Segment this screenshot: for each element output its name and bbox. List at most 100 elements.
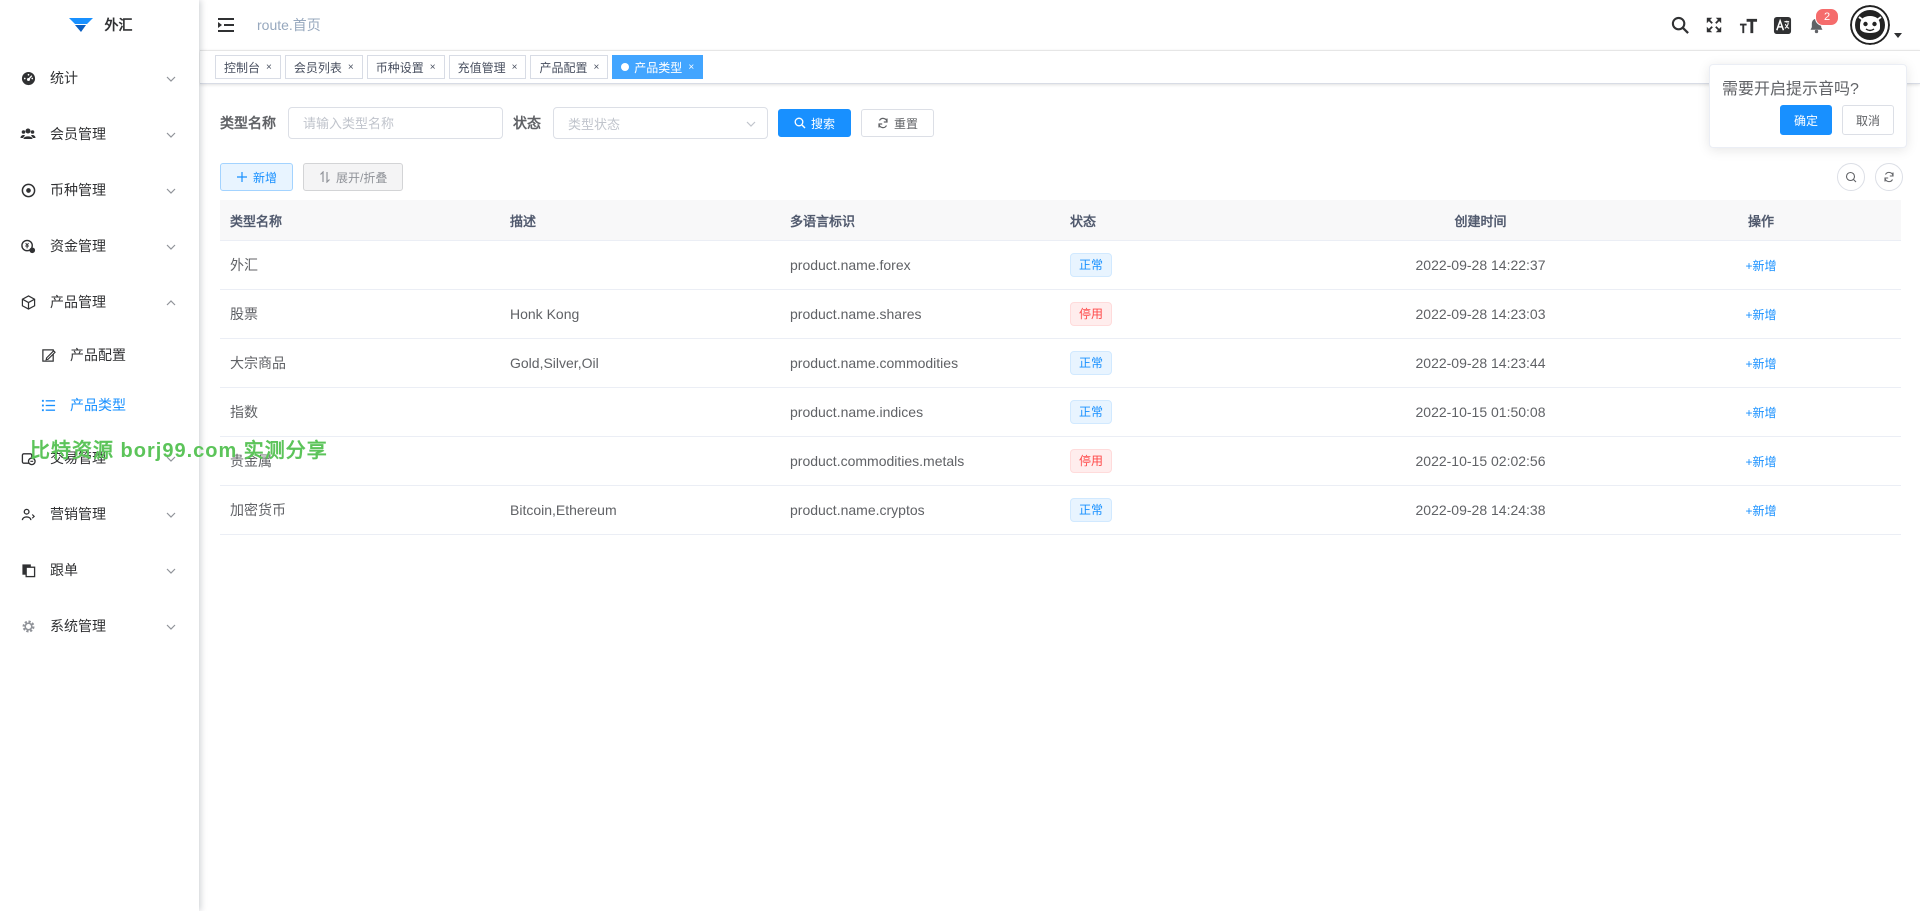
cell-i18n: product.name.commodities [780, 338, 1060, 388]
status-badge: 停用 [1070, 449, 1113, 473]
translate-icon[interactable] [1772, 15, 1792, 35]
tag-3[interactable]: 充值管理 × [448, 55, 527, 79]
sidebar-item-4[interactable]: 产品管理 [0, 274, 199, 330]
dashboard-icon [20, 70, 36, 86]
row-add-button[interactable]: +新增 [1745, 504, 1776, 518]
popover-buttons: 确定 取消 [1779, 105, 1894, 135]
expand-collapse-button[interactable]: 展开/折叠 [303, 163, 404, 191]
sidebar-item-7[interactable]: 跟单 [0, 542, 199, 598]
cell-desc [500, 387, 780, 437]
table-row: 股票 Honk Kong product.name.shares 停用 2022-09-… [220, 289, 1901, 339]
close-icon[interactable]: × [266, 62, 272, 73]
column-header-created[interactable]: 创建时间 [1340, 200, 1621, 241]
row-add-button[interactable]: +新增 [1745, 259, 1776, 273]
avatar[interactable] [1850, 5, 1890, 45]
row-add-button[interactable]: +新增 [1745, 406, 1776, 420]
plus-icon: + [1745, 258, 1753, 273]
cell-actions: +新增 [1621, 485, 1901, 535]
cell-status: 正常 [1060, 338, 1340, 388]
plus-icon: + [1745, 307, 1753, 322]
cell-created: 2022-09-28 14:22:37 [1340, 240, 1621, 290]
search-button[interactable]: 搜索 [778, 109, 852, 137]
sidebar-subitem-0[interactable]: 产品配置 [0, 330, 199, 380]
sidebar-item-label: 产品管理 [50, 294, 106, 310]
tag-label: 产品类型 [634, 60, 683, 75]
sidebar-item-label: 统计 [50, 70, 78, 86]
column-header-name[interactable]: 类型名称 [220, 200, 500, 241]
sidebar-item-8[interactable]: 系统管理 [0, 598, 199, 654]
tag-0[interactable]: 控制台 × [215, 55, 281, 79]
close-icon[interactable]: × [593, 62, 599, 73]
bell-icon[interactable]: 2 [1806, 8, 1839, 35]
close-icon[interactable]: × [348, 62, 354, 73]
sidebar-subitem-label: 产品类型 [70, 397, 126, 413]
column-header-actions[interactable]: 操作 [1621, 200, 1901, 241]
row-add-label: 新增 [1752, 258, 1777, 273]
tag-2[interactable]: 币种设置 × [366, 55, 445, 79]
navbar: route.首页 2 [200, 0, 1920, 50]
search-button-label: 搜索 [811, 116, 836, 131]
tag-4[interactable]: 产品配置 × [530, 55, 609, 79]
column-header-i18n[interactable]: 多语言标识 [780, 200, 1060, 241]
logo-text: 外汇 [104, 17, 133, 33]
row-add-button[interactable]: +新增 [1745, 357, 1776, 371]
close-icon[interactable]: × [688, 62, 694, 73]
table-row: 外汇 product.name.forex 正常 2022-09-28 14:22:3… [220, 240, 1901, 290]
type-name-input[interactable] [288, 107, 503, 139]
breadcrumb[interactable]: route.首页 [257, 15, 321, 35]
active-dot [621, 63, 630, 71]
search-form: 类型名称 状态 类型状态 搜索 重置 [220, 107, 935, 139]
sound-prompt-popover: 需要开启提示音吗? 确定 取消 [1709, 64, 1907, 148]
font-size-icon[interactable] [1738, 15, 1758, 35]
cell-name: 股票 [220, 289, 500, 339]
cell-status: 正常 [1060, 387, 1340, 437]
row-add-button[interactable]: +新增 [1745, 455, 1776, 469]
row-add-label: 新增 [1752, 356, 1777, 371]
type-name-label: 类型名称 [220, 115, 276, 131]
logo-mark-icon [68, 18, 93, 32]
close-icon[interactable]: × [512, 62, 518, 73]
reset-button[interactable]: 重置 [861, 109, 935, 137]
fullscreen-icon[interactable] [1704, 15, 1724, 35]
sidebar-item-2[interactable]: 币种管理 [0, 162, 199, 218]
sidebar-item-1[interactable]: 会员管理 [0, 106, 199, 162]
caret-down-icon[interactable] [1894, 33, 1902, 39]
tag-label: 币种设置 [375, 60, 424, 75]
sidebar-item-0[interactable]: 统计 [0, 50, 199, 106]
tag-1[interactable]: 会员列表 × [284, 55, 363, 79]
tag-label: 会员列表 [293, 60, 342, 75]
reset-button-label: 重置 [894, 116, 919, 131]
row-add-button[interactable]: +新增 [1745, 308, 1776, 322]
confirm-button[interactable]: 确定 [1779, 105, 1832, 135]
status-select[interactable]: 类型状态 [553, 107, 768, 139]
refresh-icon [1884, 171, 1894, 183]
toggle-search-button[interactable] [1837, 163, 1865, 191]
sidebar-subitem-label: 产品配置 [70, 347, 126, 363]
cell-i18n: product.name.forex [780, 240, 1060, 290]
sidebar-item-3[interactable]: 资金管理 [0, 218, 199, 274]
sidebar-subitem-1[interactable]: 产品类型 [0, 380, 199, 430]
add-button[interactable]: 新增 [220, 163, 294, 191]
refresh-button[interactable] [1875, 163, 1903, 191]
status-label: 状态 [513, 115, 541, 131]
row-add-label: 新增 [1752, 307, 1777, 322]
chevron-up-icon [165, 296, 177, 308]
tag-label: 产品配置 [539, 60, 588, 75]
coin-icon [20, 182, 36, 198]
sidebar-item-6[interactable]: 营销管理 [0, 486, 199, 542]
tag-5[interactable]: 产品类型 × [612, 55, 704, 79]
column-header-desc[interactable]: 描述 [500, 200, 780, 241]
hamburger-icon[interactable] [217, 16, 235, 34]
logo[interactable]: 外汇 [0, 0, 199, 50]
table-row: 加密货币 Bitcoin,Ethereum product.name.cryptos… [220, 485, 1901, 535]
chevron-down-icon [165, 128, 177, 140]
column-header-status[interactable]: 状态 [1060, 200, 1340, 241]
cell-name: 外汇 [220, 240, 500, 290]
search-icon[interactable] [1670, 15, 1690, 35]
table-body: 外汇 product.name.forex 正常 2022-09-28 14:22:3… [220, 240, 1901, 535]
list-icon [40, 397, 56, 413]
close-icon[interactable]: × [430, 62, 436, 73]
tags-view: 控制台 × 会员列表 × 币种设置 × 充值管理 × 产品配置 × 产品类型 × [200, 50, 1920, 84]
cancel-button[interactable]: 取消 [1841, 105, 1894, 135]
sidebar-item-label: 营销管理 [50, 506, 106, 522]
